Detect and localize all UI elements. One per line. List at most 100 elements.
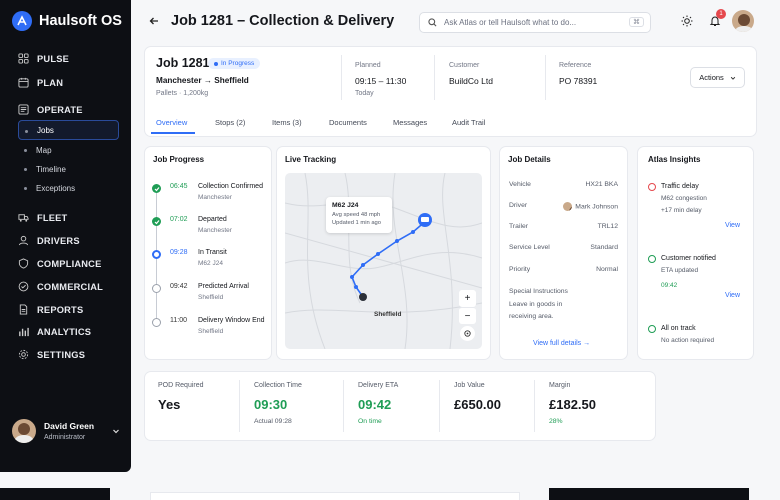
sidebar-item-drivers[interactable]: DRIVERS xyxy=(18,235,80,246)
insight-detail: +17 min delay xyxy=(661,207,702,214)
planned-label: Planned xyxy=(355,62,381,69)
locate-button[interactable] xyxy=(460,326,475,341)
step-place: Sheffield xyxy=(198,294,224,301)
check-icon xyxy=(152,217,161,226)
bottom-dark-panel xyxy=(549,488,749,500)
kpi-label: Delivery ETA xyxy=(358,382,399,389)
active-tab-indicator xyxy=(151,132,195,134)
back-arrow-icon[interactable] xyxy=(149,16,159,29)
customer-value[interactable]: BuildCo Ltd xyxy=(449,76,493,86)
insight-title: Customer notified xyxy=(661,255,716,262)
progress-step: 07:02 Departed Manchester xyxy=(152,216,232,234)
bottom-dark-panel xyxy=(0,488,110,500)
tab-stops[interactable]: Stops (2) xyxy=(215,118,245,127)
popup-updated: Updated 1 min ago xyxy=(332,220,381,226)
kpi-value: £182.50 xyxy=(549,397,596,412)
tab-audit-trail[interactable]: Audit Trail xyxy=(452,118,485,127)
zoom-out-button[interactable]: − xyxy=(459,307,476,324)
sidebar-item-label: ANALYTICS xyxy=(37,326,92,337)
insight-item: All on track No action required xyxy=(648,325,746,344)
detail-value: HX21 BKA xyxy=(585,181,619,188)
theme-toggle-icon[interactable] xyxy=(681,14,693,32)
sidebar-subitem-label: Map xyxy=(36,145,52,155)
sidebar-item-plan[interactable]: PLAN xyxy=(18,77,63,88)
tab-overview[interactable]: Overview xyxy=(156,118,187,127)
pulse-icon xyxy=(18,53,29,64)
insight-view-link[interactable]: View xyxy=(725,292,740,299)
truck-marker-icon xyxy=(418,213,432,227)
sidebar-subitem-jobs[interactable]: Jobs xyxy=(18,120,119,140)
kpi-label: POD Required xyxy=(158,382,204,389)
reference-value: PO 78391 xyxy=(559,76,598,86)
popup-title: M62 J24 xyxy=(332,202,359,209)
bell-icon[interactable]: 1 xyxy=(709,9,726,32)
view-full-details-link[interactable]: View full details → xyxy=(533,340,590,347)
insight-detail: 09:42 xyxy=(661,282,678,289)
zoom-in-button[interactable]: + xyxy=(459,290,476,307)
kpi-sub: On time xyxy=(358,418,382,425)
sidebar-item-label: COMPLIANCE xyxy=(37,258,102,269)
step-place: M62 J24 xyxy=(198,260,223,267)
insight-title: All on track xyxy=(661,325,696,332)
kpi-label: Job Value xyxy=(454,382,485,389)
sidebar-subitem-exceptions[interactable]: Exceptions xyxy=(18,178,119,198)
check-icon xyxy=(152,184,161,193)
brand[interactable]: Haulsoft OS xyxy=(12,11,122,31)
insight-title: Traffic delay xyxy=(661,183,699,190)
document-icon xyxy=(19,304,28,315)
app-name: Haulsoft OS xyxy=(39,13,122,29)
actions-button[interactable]: Actions xyxy=(690,67,745,88)
sidebar: Haulsoft OS PULSE PLAN OPERATE Jobs Map … xyxy=(0,0,131,472)
detail-row: Vehicle HX21 BKA xyxy=(509,181,618,188)
step-name: Departed xyxy=(198,216,227,223)
check-circle-icon xyxy=(648,325,656,333)
kpi-value: Yes xyxy=(158,397,181,412)
search-icon xyxy=(428,18,437,27)
detail-row: Trailer TRL12 xyxy=(509,223,618,230)
detail-value: TRL12 xyxy=(597,223,618,230)
search-input[interactable]: Ask Atlas or tell Haulsoft what to do...… xyxy=(419,12,651,33)
sidebar-item-analytics[interactable]: ANALYTICS xyxy=(18,326,91,337)
progress-step: 09:28 In Transit M62 J24 xyxy=(152,249,227,267)
progress-step: 09:42 Predicted Arrival Sheffield xyxy=(152,283,249,301)
sidebar-item-label: PULSE xyxy=(37,53,69,64)
avatar[interactable] xyxy=(732,10,754,32)
sidebar-item-reports[interactable]: REPORTS xyxy=(18,304,83,315)
sidebar-subitem-timeline[interactable]: Timeline xyxy=(18,159,119,179)
tab-items[interactable]: Items (3) xyxy=(272,118,302,127)
kpi-item: POD Required Yes xyxy=(158,382,204,412)
divider xyxy=(545,55,546,100)
user-menu[interactable]: David Green Administrator xyxy=(12,419,120,443)
sidebar-item-label: SETTINGS xyxy=(37,349,86,360)
planned-value: 09:15 – 11:30 xyxy=(355,76,407,86)
sidebar-subitem-map[interactable]: Map xyxy=(18,140,119,160)
chevron-down-icon xyxy=(113,429,119,434)
user-name: David Green xyxy=(44,421,95,431)
pending-step-icon xyxy=(152,318,161,327)
step-text: Delivery Window End Sheffield xyxy=(198,317,265,335)
gear-icon xyxy=(18,349,29,360)
sidebar-item-compliance[interactable]: COMPLIANCE xyxy=(18,258,102,269)
sidebar-item-operate[interactable]: OPERATE xyxy=(18,104,83,115)
tab-messages[interactable]: Messages xyxy=(393,118,427,127)
insight-detail: ETA updated xyxy=(661,267,699,274)
sidebar-item-commercial[interactable]: COMMERCIAL xyxy=(18,281,103,292)
planned-sub: Today xyxy=(355,90,374,97)
detail-value[interactable]: Mark Johnson xyxy=(575,203,618,210)
tab-documents[interactable]: Documents xyxy=(329,118,367,127)
driver-value[interactable]: Mark Johnson xyxy=(563,202,618,211)
sidebar-item-settings[interactable]: SETTINGS xyxy=(18,349,85,360)
insight-view-link[interactable]: View xyxy=(725,222,740,229)
job-meta: Pallets · 1,200kg xyxy=(156,90,209,97)
step-time: 06:45 xyxy=(170,183,188,190)
status-label: In Progress xyxy=(221,60,255,67)
sidebar-item-label: OPERATE xyxy=(37,104,83,115)
map[interactable]: M62 J24 Avg speed 48 mph Updated 1 min a… xyxy=(285,173,482,349)
detail-key: Priority xyxy=(509,266,531,273)
sidebar-item-label: COMMERCIAL xyxy=(37,281,104,292)
user-icon xyxy=(18,235,29,246)
sidebar-item-fleet[interactable]: FLEET xyxy=(18,212,67,223)
instructions-label: Special Instructions xyxy=(509,288,568,295)
kpi-sub: 28% xyxy=(549,418,563,425)
sidebar-item-pulse[interactable]: PULSE xyxy=(18,53,69,64)
